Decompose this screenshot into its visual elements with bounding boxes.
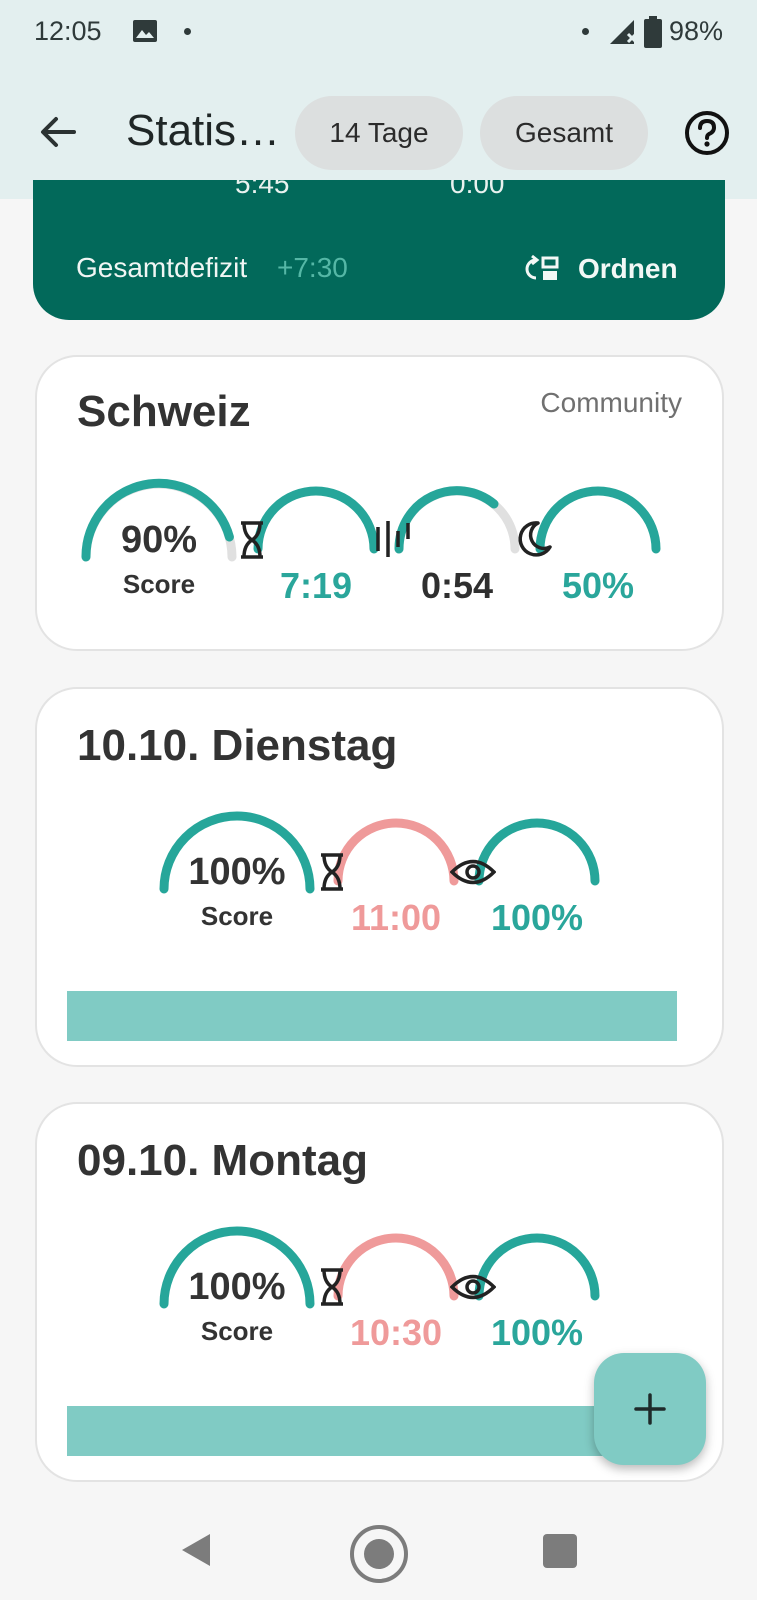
period-total-chip[interactable]: Gesamt bbox=[480, 96, 648, 170]
hourglass-icon bbox=[241, 521, 263, 559]
nav-back-icon[interactable] bbox=[180, 1532, 212, 1568]
summary-value-cut: 5:45 bbox=[235, 180, 290, 199]
score-value: 100% bbox=[188, 1266, 286, 1308]
notification-dot-icon bbox=[184, 28, 191, 35]
score-label: Score bbox=[200, 901, 274, 931]
time-value: 10:30 bbox=[349, 1312, 443, 1353]
score-label: Score bbox=[122, 569, 196, 599]
score-gauge: 90% Score bbox=[79, 469, 239, 609]
summary-card: 5:45 0:00 Gesamtdefizit +7:30 Ordnen bbox=[33, 180, 725, 320]
plus-icon bbox=[634, 1393, 666, 1425]
status-dot-icon bbox=[582, 28, 589, 35]
page-title: Statis… bbox=[126, 106, 281, 155]
attention-gauge: 100% bbox=[450, 809, 601, 949]
add-entry-button[interactable] bbox=[594, 1353, 706, 1465]
sleep-gauge: 50% bbox=[518, 477, 662, 617]
time-value: 11:00 bbox=[350, 897, 442, 938]
community-card[interactable]: Schweiz Community 90% Score 7:19 0:54 50… bbox=[35, 355, 724, 651]
signal-icon bbox=[610, 20, 638, 44]
time-gauge: 7:19 bbox=[241, 477, 380, 617]
day-card[interactable]: 10.10. Dienstag 100% Score 11:00 100% bbox=[35, 687, 724, 1067]
card-title: 10.10. Dienstag bbox=[77, 721, 398, 770]
day-progress-bar bbox=[67, 1406, 677, 1456]
time-gauge: 11:00 bbox=[321, 809, 460, 949]
eye-icon bbox=[450, 859, 496, 885]
attention-gauge: 100% bbox=[450, 1224, 601, 1364]
sort-icon[interactable] bbox=[522, 254, 560, 284]
moon-icon bbox=[518, 521, 552, 557]
attention-value: 100% bbox=[490, 897, 584, 938]
sort-button[interactable]: Ordnen bbox=[578, 253, 678, 285]
system-nav-bar bbox=[0, 1490, 757, 1600]
score-value: 90% bbox=[120, 519, 198, 561]
card-title: 09.10. Montag bbox=[77, 1136, 368, 1185]
deficit-value: +7:30 bbox=[277, 252, 348, 283]
attention-value: 100% bbox=[490, 1312, 584, 1353]
score-label: Score bbox=[200, 1316, 274, 1346]
time-gauge: 10:30 bbox=[321, 1224, 460, 1364]
nav-recents-icon[interactable] bbox=[543, 1534, 577, 1568]
status-time: 12:05 bbox=[34, 16, 102, 46]
eye-icon bbox=[450, 1274, 496, 1300]
score-value: 100% bbox=[188, 851, 286, 893]
card-title: Schweiz bbox=[77, 387, 251, 436]
help-icon[interactable] bbox=[684, 110, 730, 156]
battery-level: 98% bbox=[669, 16, 724, 46]
period-14-days-chip[interactable]: 14 Tage bbox=[295, 96, 463, 170]
pause-gauge: 0:54 bbox=[376, 477, 521, 617]
hourglass-icon bbox=[321, 853, 343, 891]
hourglass-icon bbox=[321, 1268, 343, 1306]
summary-value-cut: 0:00 bbox=[450, 180, 505, 199]
sleep-value: 50% bbox=[561, 565, 635, 606]
community-tag: Community bbox=[540, 387, 682, 418]
battery-icon bbox=[644, 16, 662, 48]
day-progress-bar bbox=[67, 991, 677, 1041]
score-gauge: 100% Score bbox=[157, 801, 317, 941]
time-value: 7:19 bbox=[279, 565, 353, 606]
back-arrow-icon[interactable] bbox=[36, 110, 80, 154]
image-notification-icon bbox=[133, 20, 157, 42]
deficit-label: Gesamtdefizit bbox=[76, 252, 248, 283]
bars-icon bbox=[376, 521, 410, 557]
status-bar: 12:05 98% bbox=[0, 0, 757, 66]
score-gauge: 100% Score bbox=[157, 1216, 317, 1356]
pause-value: 0:54 bbox=[420, 565, 494, 606]
nav-home-icon[interactable] bbox=[349, 1524, 409, 1584]
